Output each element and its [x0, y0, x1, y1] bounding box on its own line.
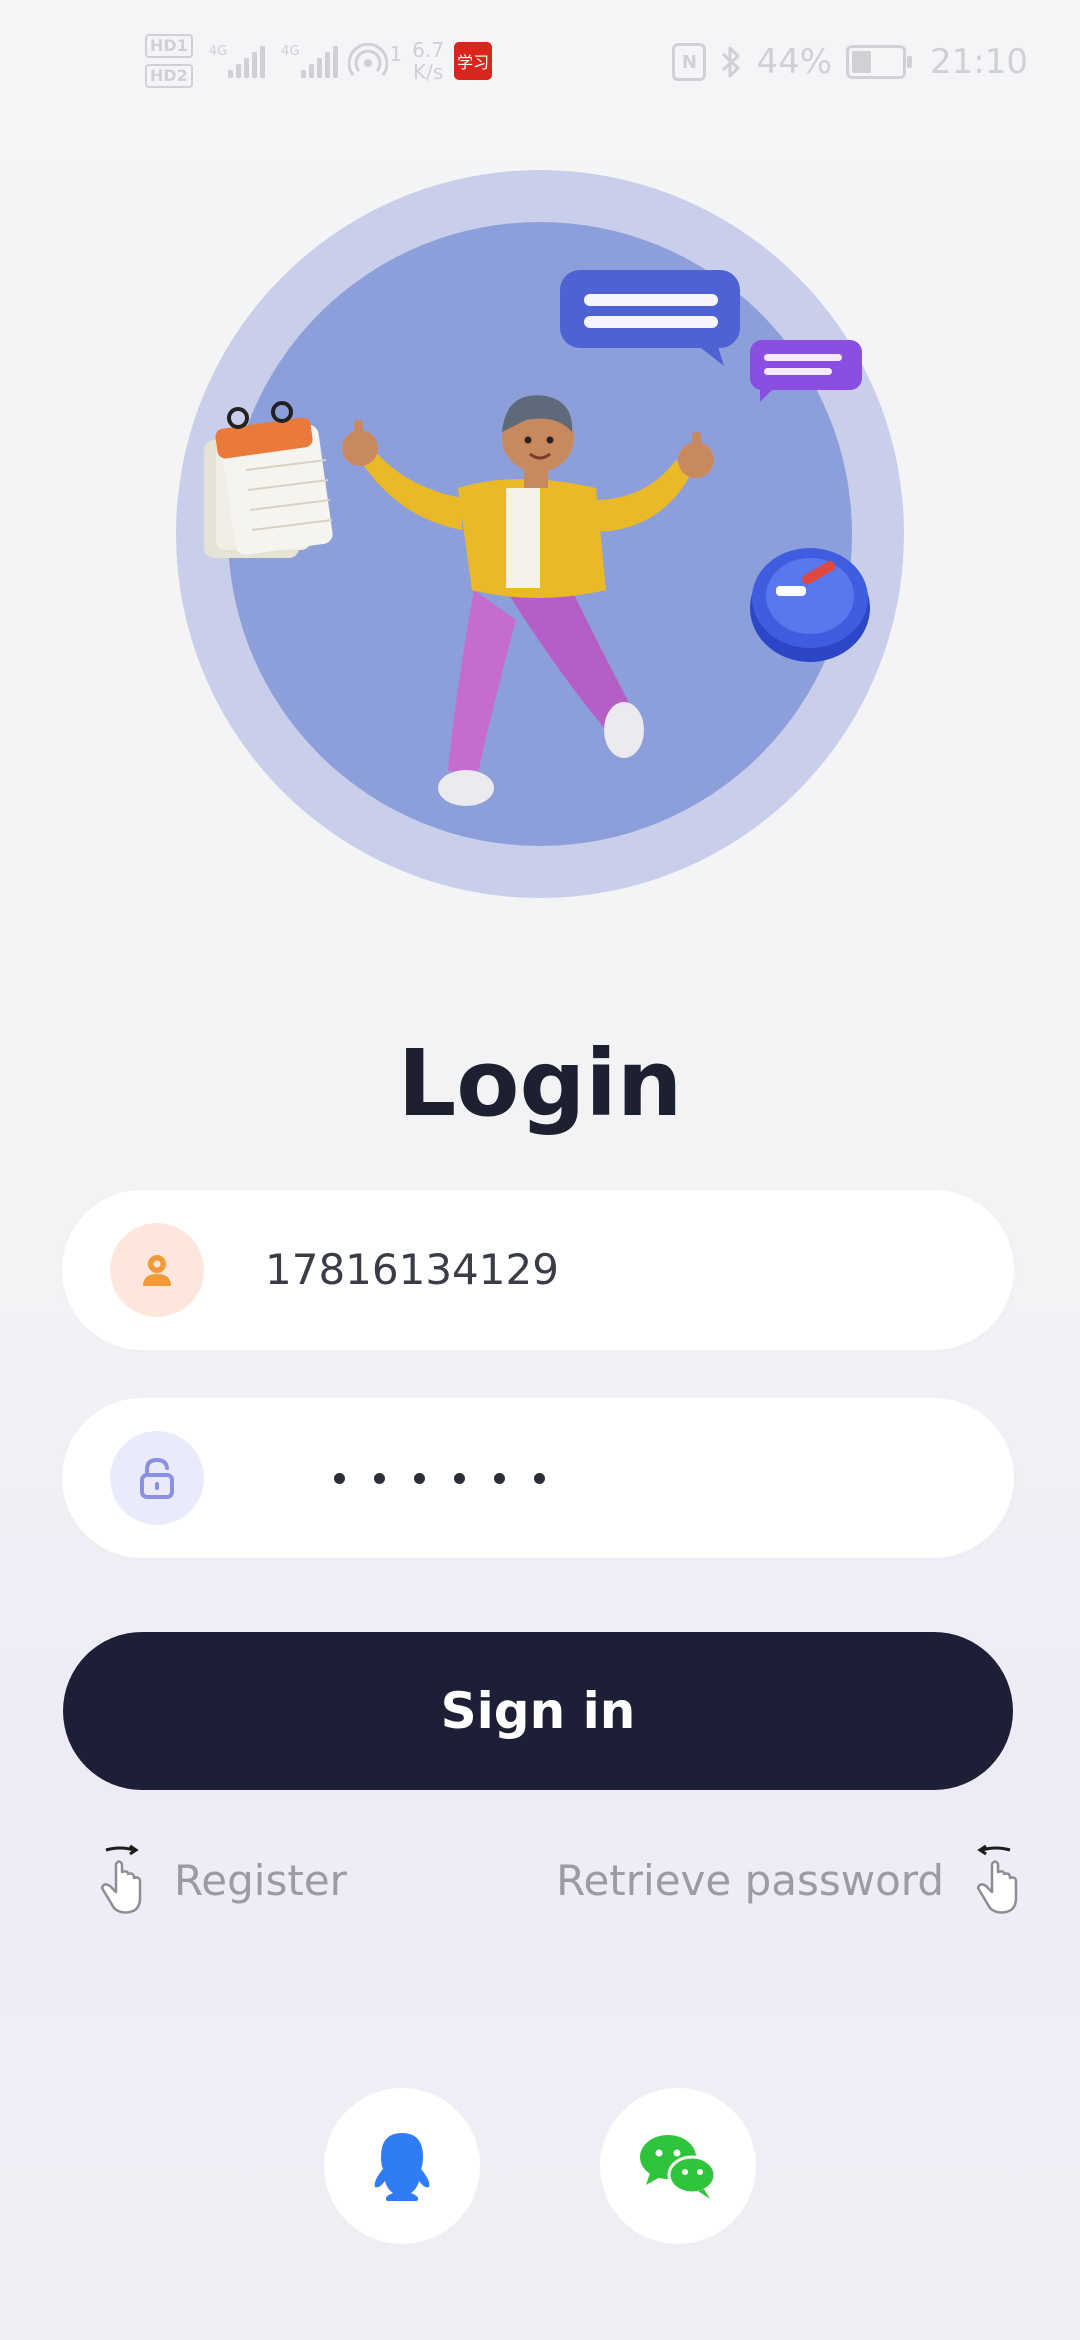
signal-1-icon: 4G	[209, 44, 266, 78]
hero-figures	[204, 270, 870, 806]
hd2-badge: HD2	[145, 64, 193, 88]
password-mask-dot	[534, 1472, 545, 1484]
wechat-icon	[640, 2135, 717, 2199]
chat-bubble-large-icon	[560, 270, 740, 366]
user-icon	[110, 1223, 204, 1317]
battery-fill	[852, 51, 872, 73]
qq-login-button[interactable]	[324, 2088, 480, 2244]
clock: 21:10	[930, 42, 1028, 82]
status-bar: HD1 HD2 4G 4G 1 6.7 K/s 学习 N 44% 21:10	[0, 0, 1080, 140]
password-mask-dot	[374, 1472, 385, 1484]
battery-percent: 44%	[756, 42, 833, 82]
password-mask-dot	[454, 1472, 465, 1484]
status-right: N 44% 21:10	[672, 42, 1028, 82]
hd-indicators: HD1 HD2	[145, 34, 193, 88]
hd1-badge: HD1	[145, 34, 193, 58]
nfc-icon: N	[672, 43, 707, 81]
hotspot-icon	[347, 43, 388, 76]
pointing-hand-icon	[100, 1844, 142, 1914]
status-left: HD1 HD2 4G 4G 1 6.7 K/s 学习	[145, 34, 493, 88]
clock-icon	[750, 548, 870, 662]
username-field[interactable]: 17816134129	[62, 1190, 1014, 1350]
unlock-icon	[110, 1431, 204, 1525]
notification-app-icon: 学习	[454, 42, 493, 80]
retrieve-password-label[interactable]: Retrieve password	[556, 1856, 944, 1905]
password-input[interactable]	[334, 1398, 545, 1558]
bluetooth-icon	[722, 46, 740, 78]
username-input[interactable]: 17816134129	[265, 1190, 559, 1350]
pointing-hand-icon	[976, 1844, 1018, 1914]
hotspot-count: 1	[389, 42, 403, 66]
password-mask-dot	[494, 1472, 505, 1484]
character-illustration	[342, 395, 714, 806]
speed-unit: K/s	[413, 60, 444, 84]
battery-icon	[846, 45, 913, 79]
chat-bubble-small-icon	[750, 340, 862, 402]
signal-2-icon: 4G	[281, 44, 338, 78]
register-link[interactable]: Register	[90, 1840, 347, 1920]
wechat-login-button[interactable]	[600, 2088, 756, 2244]
sign-in-button[interactable]: Sign in	[63, 1632, 1013, 1790]
page-title: Login	[397, 1030, 683, 1137]
speed-value: 6.7	[412, 38, 445, 62]
qq-icon	[374, 2133, 430, 2201]
network-speed: 6.7 K/s	[412, 39, 444, 83]
retrieve-password-link[interactable]: Retrieve password	[556, 1840, 1026, 1920]
password-mask-dot	[334, 1472, 345, 1484]
calendar-icon	[204, 401, 333, 558]
hero-illustration	[176, 170, 904, 898]
password-mask-dot	[414, 1472, 425, 1484]
password-field[interactable]	[62, 1398, 1014, 1558]
register-label[interactable]: Register	[174, 1856, 347, 1905]
